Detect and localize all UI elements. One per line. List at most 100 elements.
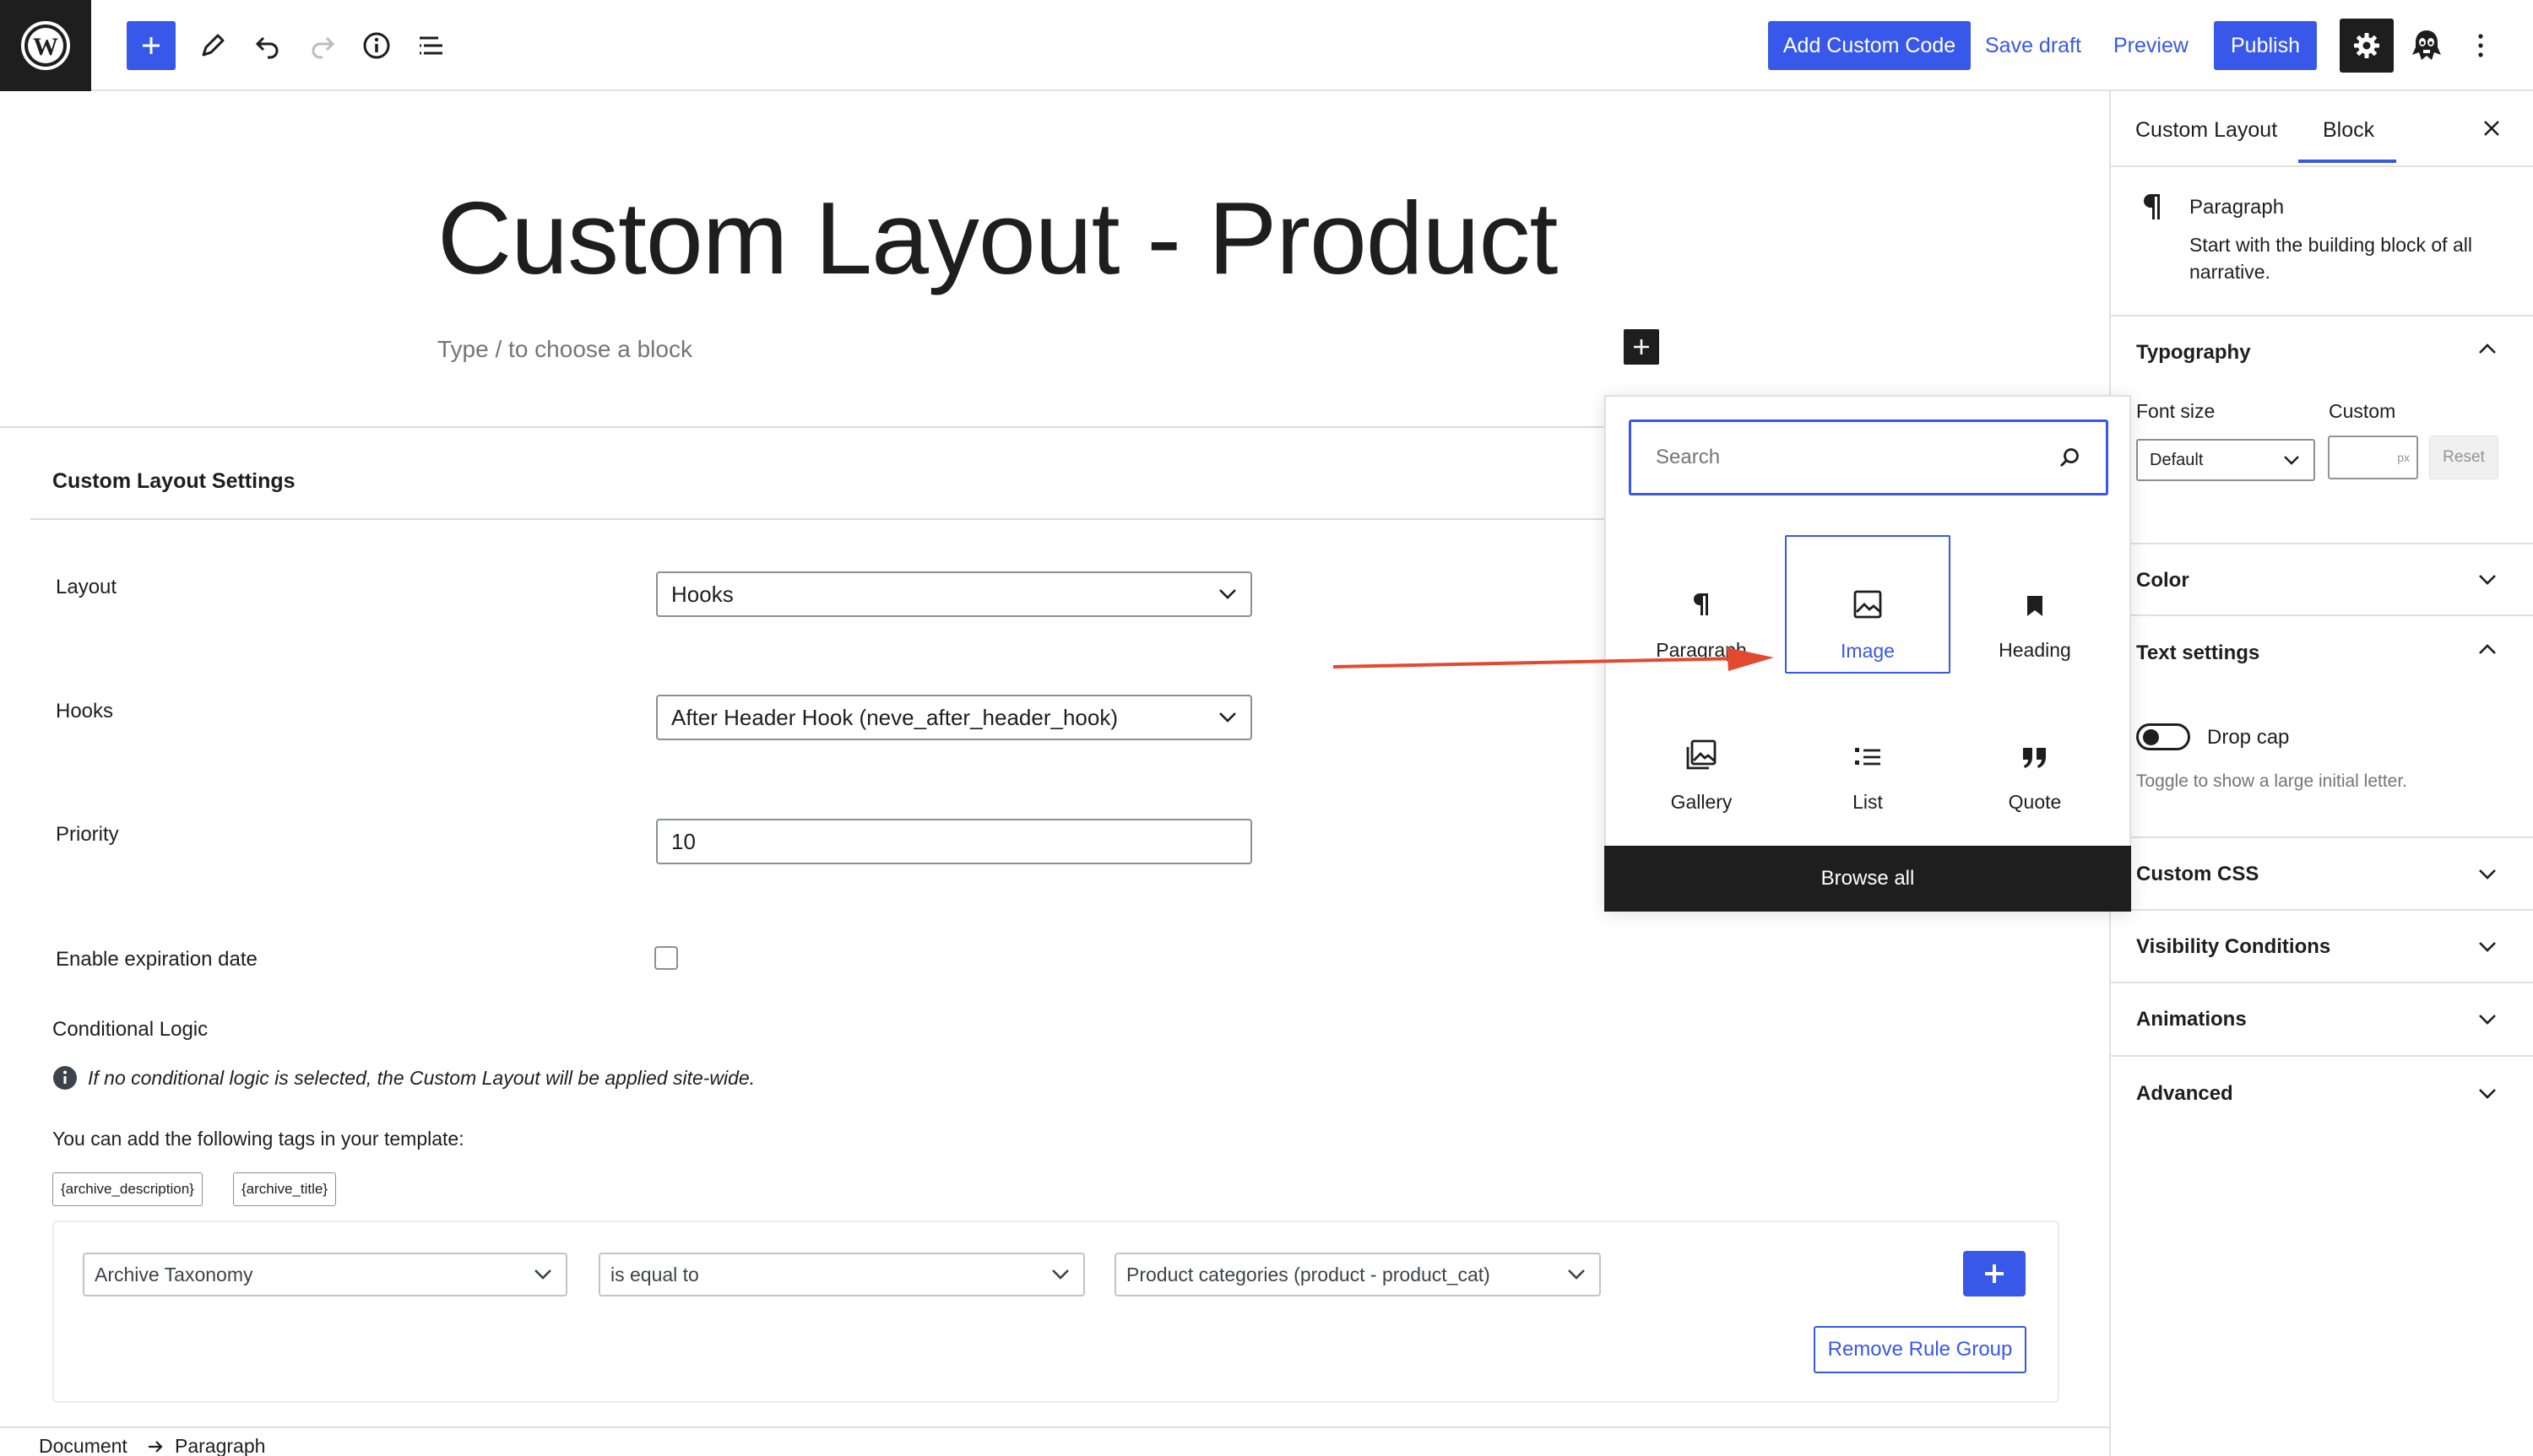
chevron-down-icon[interactable] xyxy=(2478,1014,2497,1026)
animations-panel-toggle[interactable]: Animations xyxy=(2136,1008,2247,1031)
metabox-divider xyxy=(30,518,1635,520)
custom-font-size-input[interactable]: px xyxy=(2328,436,2418,479)
breadcrumb-paragraph[interactable]: Paragraph xyxy=(175,1435,265,1456)
svg-text:W: W xyxy=(33,33,58,61)
block-search-input[interactable]: Search xyxy=(1629,419,2108,495)
active-tab-indicator xyxy=(2298,160,2396,163)
wordpress-logo-button[interactable]: W xyxy=(0,0,91,91)
chevron-down-icon xyxy=(1219,589,1236,599)
gear-icon xyxy=(2354,33,2379,58)
redo-icon xyxy=(312,36,335,59)
inserter-block-label: Image xyxy=(1841,640,1895,662)
custom-css-panel-toggle[interactable]: Custom CSS xyxy=(2136,863,2259,886)
close-sidebar-button[interactable] xyxy=(2478,115,2505,142)
details-button[interactable] xyxy=(350,19,404,73)
text-settings-panel-toggle[interactable]: Text settings xyxy=(2136,641,2259,665)
editor-top-toolbar: W Add Custom Code Save draft Preview Pub… xyxy=(0,0,2533,91)
post-title[interactable]: Custom Layout - Product xyxy=(437,179,1558,297)
empty-paragraph-block[interactable]: Type / to choose a block xyxy=(437,336,692,363)
inserter-block-label: List xyxy=(1852,791,1883,813)
inserter-image-block[interactable]: Image xyxy=(1785,535,1950,674)
tools-button[interactable] xyxy=(186,19,240,73)
info-filled-icon xyxy=(53,1066,77,1090)
block-card-description: Start with the building block of all nar… xyxy=(2189,234,2472,283)
expiration-checkbox[interactable] xyxy=(654,946,678,970)
color-panel-toggle[interactable]: Color xyxy=(2136,569,2189,593)
sidebar-divider xyxy=(2111,165,2533,167)
custom-size-label: Custom xyxy=(2329,400,2396,422)
neve-plugin-button[interactable] xyxy=(2400,19,2454,73)
chevron-down-icon xyxy=(2284,456,2299,465)
save-draft-button[interactable]: Save draft xyxy=(1985,21,2081,70)
tab-custom-layout[interactable]: Custom Layout xyxy=(2135,118,2277,143)
info-icon xyxy=(363,32,390,59)
priority-input[interactable]: 10 xyxy=(656,819,1252,864)
chevron-down-icon[interactable] xyxy=(2478,1088,2497,1100)
chevron-down-icon[interactable] xyxy=(2478,869,2497,880)
block-inserter-toggle-button[interactable] xyxy=(127,21,176,70)
preview-button[interactable]: Preview xyxy=(2113,21,2189,70)
heading-bookmark-icon xyxy=(2027,596,2042,616)
pencil-icon xyxy=(202,34,225,57)
undo-button[interactable] xyxy=(241,19,295,73)
hooks-select[interactable]: After Header Hook (neve_after_header_hoo… xyxy=(656,695,1252,740)
browse-all-button[interactable]: Browse all xyxy=(1604,846,2131,912)
close-icon xyxy=(2484,121,2499,136)
advanced-panel-toggle[interactable]: Advanced xyxy=(2136,1082,2233,1106)
priority-input-value: 10 xyxy=(671,828,696,854)
chevron-down-icon[interactable] xyxy=(2478,941,2497,953)
chevron-up-icon[interactable] xyxy=(2478,643,2497,655)
block-search-placeholder: Search xyxy=(1656,446,1721,468)
options-menu-button[interactable] xyxy=(2455,19,2506,73)
drop-cap-toggle[interactable] xyxy=(2136,723,2190,750)
annotation-arrow-icon xyxy=(1332,647,1774,671)
neve-mascot-icon xyxy=(2412,30,2441,60)
plus-icon xyxy=(1634,339,1649,355)
chevron-down-icon xyxy=(1052,1269,1069,1280)
inserter-gallery-block[interactable]: Gallery xyxy=(1619,688,1784,826)
template-tag-archive-title[interactable]: {archive_title} xyxy=(233,1172,337,1206)
editor-footer xyxy=(0,1426,2109,1456)
layout-label: Layout xyxy=(56,576,117,598)
expiration-label: Enable expiration date xyxy=(56,948,258,971)
inserter-block-label: Heading xyxy=(1999,639,2071,661)
list-view-button[interactable] xyxy=(404,19,458,73)
hooks-select-value: After Header Hook (neve_after_header_hoo… xyxy=(671,704,1118,730)
add-custom-code-button[interactable]: Add Custom Code xyxy=(1768,21,1971,70)
paragraph-icon xyxy=(2144,194,2160,219)
rule-operator-select[interactable]: is equal to xyxy=(599,1253,1085,1296)
add-rule-button[interactable] xyxy=(1963,1251,2026,1296)
inserter-quote-block[interactable]: Quote xyxy=(1952,688,2118,826)
inline-block-inserter-button[interactable] xyxy=(1624,329,1659,365)
sidebar-divider xyxy=(2111,909,2533,911)
rule-value-select[interactable]: Product categories (product - product_ca… xyxy=(1115,1253,1601,1296)
plus-icon xyxy=(143,37,160,54)
typography-panel-toggle[interactable]: Typography xyxy=(2136,341,2251,365)
settings-button[interactable] xyxy=(2340,19,2394,73)
sidebar-divider xyxy=(2111,315,2533,317)
paragraph-icon xyxy=(1694,593,1708,615)
font-size-select[interactable]: Default xyxy=(2136,439,2315,481)
drop-cap-help: Toggle to show a large initial letter. xyxy=(2136,771,2408,791)
redo-button[interactable] xyxy=(296,19,350,73)
inserter-list-block[interactable]: List xyxy=(1785,688,1950,826)
remove-rule-group-button[interactable]: Remove Rule Group xyxy=(1814,1326,2026,1373)
chevron-down-icon[interactable] xyxy=(2478,574,2497,586)
tab-block[interactable]: Block xyxy=(2323,118,2374,143)
font-size-label: Font size xyxy=(2136,400,2216,422)
layout-select[interactable]: Hooks xyxy=(656,571,1252,617)
inserter-heading-block[interactable]: Heading xyxy=(1952,536,2118,674)
metabox-title[interactable]: Custom Layout Settings xyxy=(52,469,296,494)
image-icon xyxy=(1853,590,1882,619)
template-tag-archive-description[interactable]: {archive_description} xyxy=(52,1172,203,1206)
publish-button[interactable]: Publish xyxy=(2214,21,2317,70)
visibility-conditions-panel-toggle[interactable]: Visibility Conditions xyxy=(2136,935,2330,959)
gallery-icon xyxy=(1686,739,1717,770)
wordpress-logo-icon: W xyxy=(21,21,70,70)
breadcrumb-document[interactable]: Document xyxy=(39,1435,127,1456)
font-size-reset-button[interactable]: Reset xyxy=(2429,436,2498,479)
more-vertical-icon xyxy=(2478,34,2483,57)
template-tags-intro: You can add the following tags in your t… xyxy=(52,1128,464,1150)
chevron-up-icon[interactable] xyxy=(2478,343,2497,355)
rule-subject-select[interactable]: Archive Taxonomy xyxy=(83,1253,567,1296)
